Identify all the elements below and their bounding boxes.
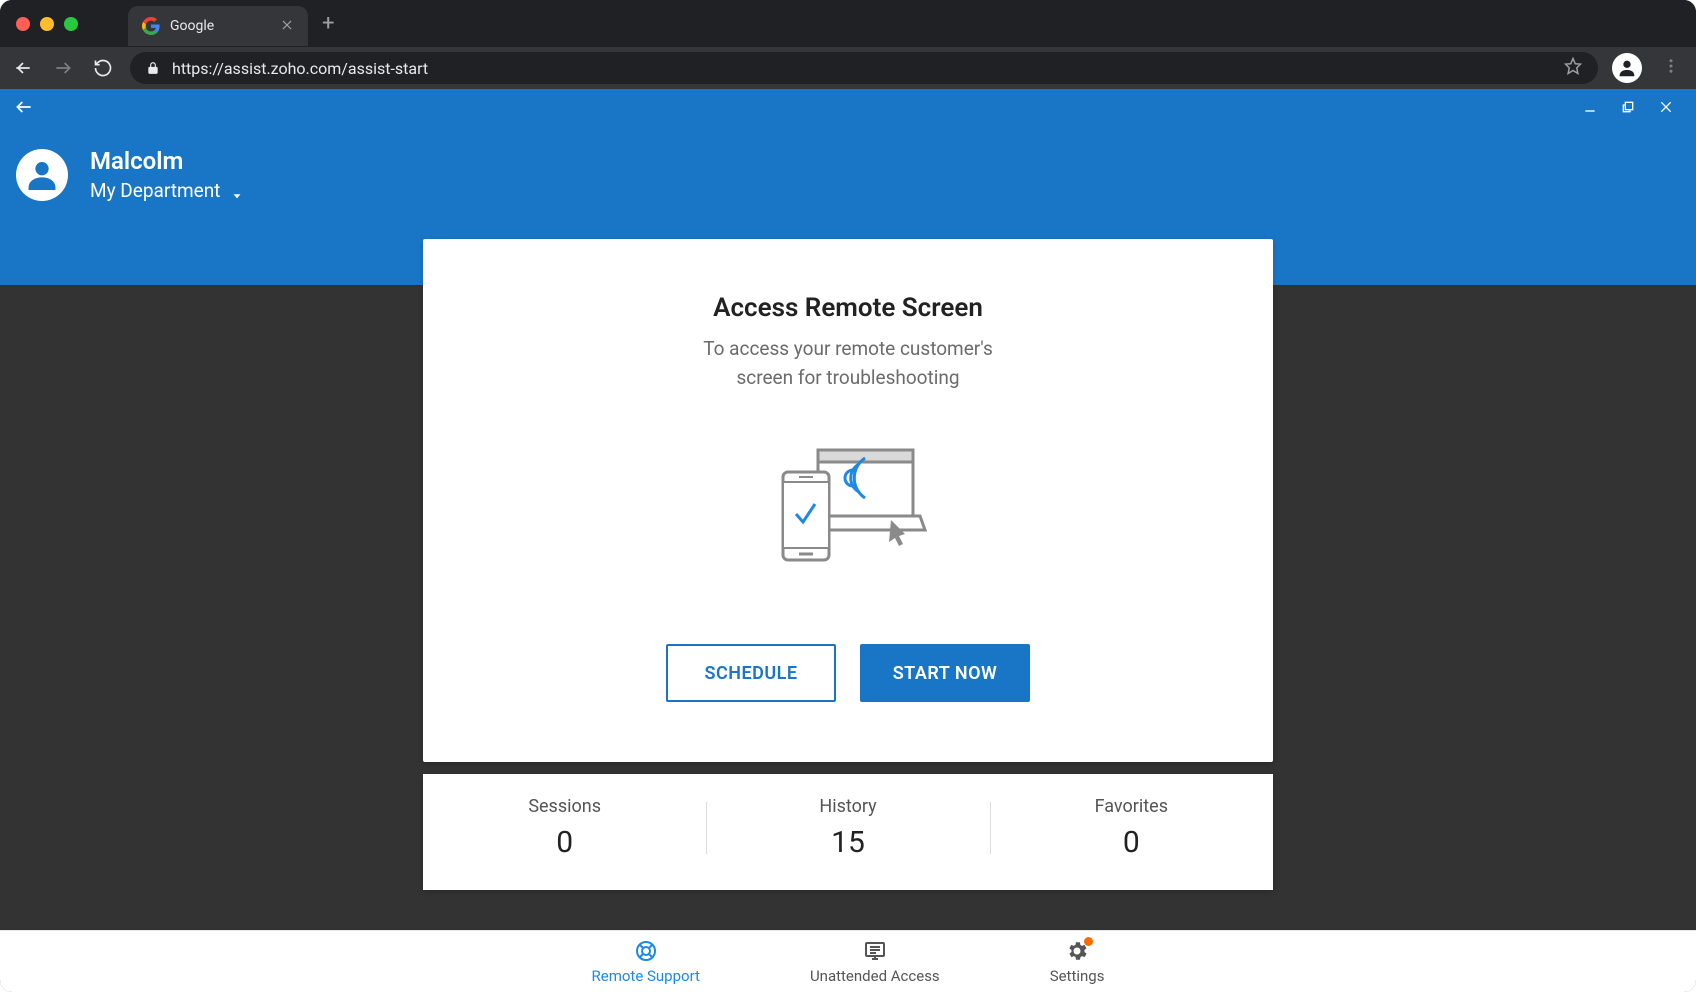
stat-sessions-label: Sessions — [423, 796, 706, 817]
nav-settings-label: Settings — [1050, 967, 1105, 985]
tab-title: Google — [170, 18, 270, 34]
user-name: Malcolm — [90, 147, 242, 175]
app-minimize-button[interactable] — [1582, 99, 1598, 119]
profile-avatar-button[interactable] — [1612, 53, 1642, 83]
app-back-button[interactable] — [14, 97, 34, 121]
stat-history[interactable]: History 15 — [706, 796, 989, 860]
stat-sessions[interactable]: Sessions 0 — [423, 796, 706, 860]
app-window-controls — [1582, 99, 1682, 119]
stat-favorites[interactable]: Favorites 0 — [990, 796, 1273, 860]
browser-chrome: Google + https://assist.zoho.com/a — [0, 0, 1696, 89]
url-text: https://assist.zoho.com/assist-start — [172, 59, 1554, 78]
access-remote-card: Access Remote Screen To access your remo… — [423, 239, 1273, 762]
bottom-nav: Remote Support Unattended Access Setting… — [0, 930, 1696, 992]
remote-access-illustration-icon — [763, 442, 933, 572]
app-body: Access Remote Screen To access your remo… — [0, 285, 1696, 930]
card-title: Access Remote Screen — [463, 293, 1233, 323]
bookmark-star-icon[interactable] — [1564, 57, 1582, 79]
schedule-button[interactable]: SCHEDULE — [666, 644, 836, 702]
browser-toolbar: https://assist.zoho.com/assist-start — [0, 47, 1696, 89]
window-minimize-button[interactable] — [40, 17, 54, 31]
notification-dot-icon — [1084, 937, 1093, 946]
new-tab-button[interactable]: + — [322, 11, 334, 36]
tab-close-button[interactable] — [280, 17, 294, 36]
stat-history-value: 15 — [706, 825, 989, 860]
window-traffic-lights — [16, 17, 78, 31]
caret-down-icon — [230, 185, 242, 197]
app-viewport: Malcolm My Department Access Remote Scre… — [0, 89, 1696, 992]
address-bar[interactable]: https://assist.zoho.com/assist-start — [130, 52, 1598, 84]
monitor-list-icon — [863, 939, 887, 963]
department-dropdown[interactable]: My Department — [90, 179, 242, 202]
app-close-button[interactable] — [1658, 99, 1674, 119]
start-now-button[interactable]: START NOW — [860, 644, 1030, 702]
nav-settings[interactable]: Settings — [1050, 939, 1105, 985]
user-block: Malcolm My Department — [10, 123, 1686, 202]
tab-strip: Google + — [0, 0, 1696, 47]
browser-tab[interactable]: Google — [128, 6, 308, 46]
stats-card: Sessions 0 History 15 Favorites 0 — [423, 774, 1273, 890]
nav-unattended-access-label: Unattended Access — [810, 967, 940, 985]
nav-unattended-access[interactable]: Unattended Access — [810, 939, 940, 985]
lifebuoy-icon — [634, 939, 658, 963]
window-maximize-button[interactable] — [64, 17, 78, 31]
stat-sessions-value: 0 — [423, 825, 706, 860]
browser-menu-button[interactable] — [1656, 57, 1686, 79]
app-maximize-button[interactable] — [1620, 99, 1636, 119]
lock-icon — [146, 60, 162, 76]
nav-remote-support[interactable]: Remote Support — [592, 939, 700, 985]
stat-favorites-value: 0 — [990, 825, 1273, 860]
card-subtitle: To access your remote customer's screen … — [463, 335, 1233, 392]
department-label: My Department — [90, 179, 220, 202]
reload-button[interactable] — [90, 55, 116, 81]
gear-icon — [1065, 939, 1089, 963]
user-avatar-icon — [16, 149, 68, 201]
back-button[interactable] — [10, 55, 36, 81]
nav-remote-support-label: Remote Support — [592, 967, 700, 985]
stat-history-label: History — [706, 796, 989, 817]
window-close-button[interactable] — [16, 17, 30, 31]
google-favicon-icon — [142, 17, 160, 35]
stat-favorites-label: Favorites — [990, 796, 1273, 817]
forward-button[interactable] — [50, 55, 76, 81]
